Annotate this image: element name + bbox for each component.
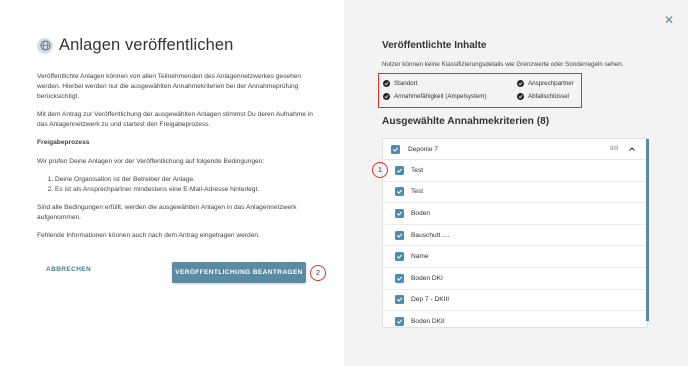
published-item: Standort: [383, 80, 417, 87]
published-item: Annahmefähigkeit (Ampelsystem): [383, 93, 487, 100]
published-item-label: Standort: [394, 80, 418, 87]
dialog-header: Anlagen veröffentlichen: [37, 36, 233, 55]
description-paragraph: Mit dem Antrag zur Veröffentlichung der …: [37, 111, 313, 128]
row-label: Name: [411, 253, 429, 261]
published-content-title: Veröffentlichte Inhalte: [382, 40, 487, 51]
chevron-up-icon[interactable]: [627, 144, 637, 154]
dialog-title: Anlagen veröffentlichen: [59, 36, 234, 54]
cancel-button[interactable]: ABBRECHEN: [46, 266, 91, 273]
submit-publication-button[interactable]: VERÖFFENTLICHUNG BEANTRAGEN: [172, 262, 306, 283]
row-checkbox[interactable]: [395, 295, 404, 305]
criteria-row[interactable]: Bauschutt ....: [383, 225, 647, 247]
row-checkbox[interactable]: [395, 165, 404, 175]
row-checkbox[interactable]: [395, 230, 404, 240]
criteria-row[interactable]: Boden: [383, 203, 647, 225]
criteria-row[interactable]: Boden DKI: [383, 268, 647, 290]
description-paragraph: Veröffentlichte Anlagen können von allen…: [37, 73, 302, 100]
published-item-label: Ansprechpartner: [528, 80, 574, 87]
criteria-row[interactable]: Test: [383, 160, 647, 182]
description-paragraph: Fehlende Informationen können auch nach …: [37, 232, 260, 239]
row-label: Boden DKII: [411, 317, 445, 325]
published-content-note: Nutzer können keine Klassifizierungsdeta…: [382, 61, 624, 68]
conditions-list: Deine Organisation ist der Betreiber der…: [55, 175, 322, 195]
check-circle-icon: [383, 80, 390, 87]
close-icon[interactable]: ✕: [664, 13, 674, 27]
row-checkbox[interactable]: [395, 252, 404, 262]
condition-item: Es ist als Ansprechpartner mindestens ei…: [55, 185, 322, 195]
group-label: Deponie 7: [408, 145, 439, 153]
criteria-group-header[interactable]: Deponie 7 8/8: [383, 139, 647, 160]
description-paragraph: Sind alle Bedingungen erfüllt, werden di…: [37, 204, 297, 221]
row-checkbox[interactable]: [395, 187, 404, 197]
dialog-description: Veröffentlichte Anlagen können von allen…: [37, 72, 322, 249]
criteria-list: Deponie 7 8/8 Test Test Boden Bauschutt …: [382, 138, 648, 328]
row-label: Bauschutt ....: [411, 231, 450, 239]
row-label: Boden DKI: [411, 274, 443, 282]
row-checkbox[interactable]: [395, 208, 404, 218]
published-item-label: Abfallschlüssel: [528, 93, 569, 100]
published-item: Abfallschlüssel: [517, 93, 569, 100]
row-label: Test: [411, 188, 424, 196]
criteria-row[interactable]: Test: [383, 182, 647, 204]
published-item-label: Annahmefähigkeit (Ampelsystem): [394, 93, 487, 100]
annotation-marker-1: 1: [372, 162, 388, 178]
globe-icon: [37, 37, 53, 54]
criteria-row[interactable]: Boden DKII: [383, 311, 647, 327]
row-label: Test: [411, 166, 424, 174]
row-label: Dep 7 - DKIII: [411, 296, 450, 304]
annotation-marker-2: 2: [310, 265, 326, 281]
published-items-highlight: [378, 73, 582, 108]
list-scrollbar[interactable]: [646, 139, 649, 321]
criteria-title: Ausgewählte Annahmekriterien (8): [382, 116, 550, 127]
group-count: 8/8: [610, 146, 619, 152]
published-item: Ansprechpartner: [517, 80, 574, 87]
criteria-row[interactable]: Name: [383, 246, 647, 268]
condition-item: Deine Organisation ist der Betreiber der…: [55, 175, 322, 185]
dialog-left-panel: Anlagen veröffentlichen Veröffentlichte …: [0, 0, 344, 366]
group-checkbox[interactable]: [391, 144, 400, 154]
check-circle-icon: [517, 93, 524, 100]
row-checkbox[interactable]: [395, 273, 404, 283]
process-heading: Freigabeprozess: [37, 139, 90, 146]
conditions-intro: Wir prüfen Deine Anlagen vor der Veröffe…: [37, 158, 265, 165]
row-label: Boden: [411, 209, 431, 217]
check-circle-icon: [383, 93, 390, 100]
check-circle-icon: [517, 80, 524, 87]
criteria-row[interactable]: Dep 7 - DKIII: [383, 290, 647, 312]
row-checkbox[interactable]: [395, 316, 404, 326]
